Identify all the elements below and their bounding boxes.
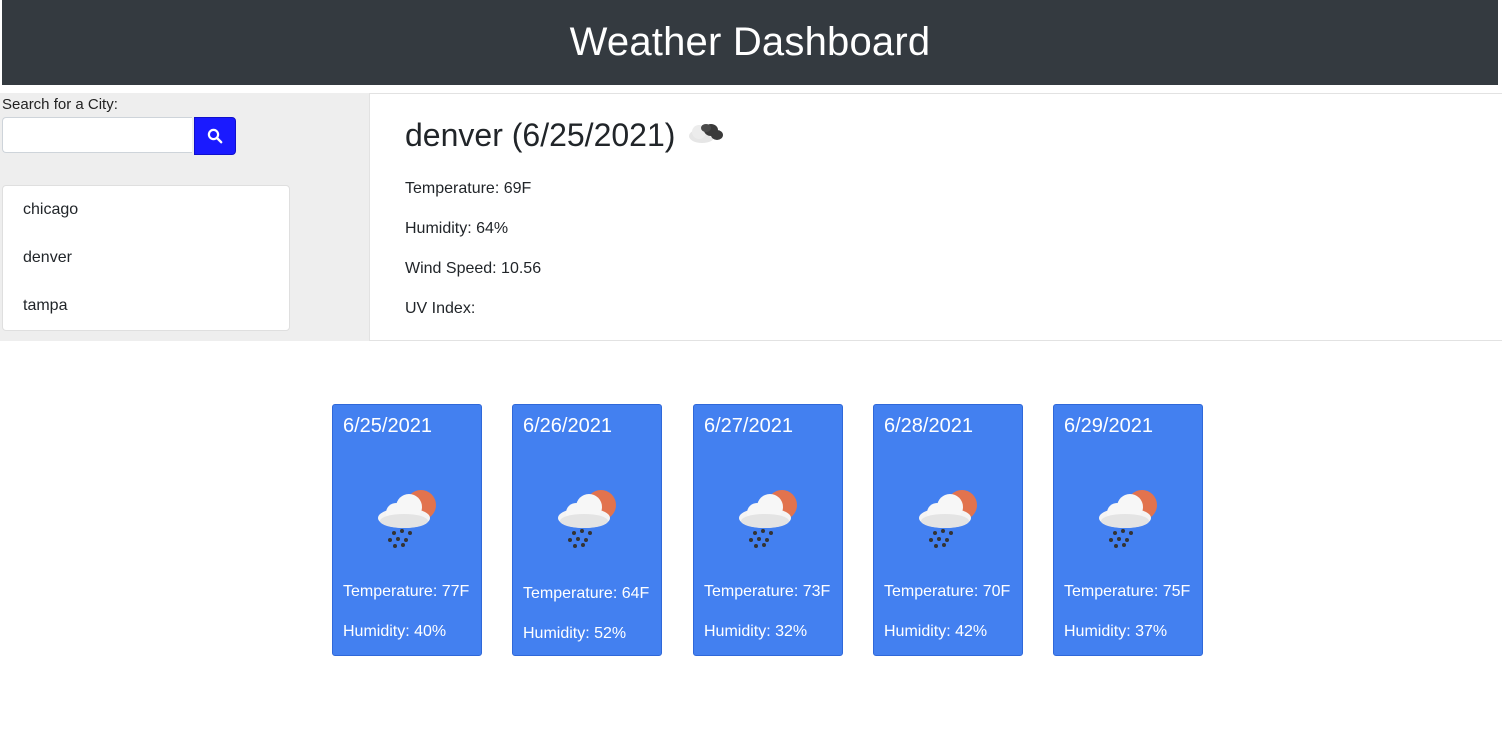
cloudy-icon [685, 116, 725, 154]
forecast-card: 6/28/2021 Temperature: 70F Humidity: 42% [873, 404, 1023, 656]
current-humidity: Humidity: 64% [405, 220, 509, 237]
forecast-card: 6/29/2021 Temperature: 75F Humidity: 37% [1053, 404, 1203, 656]
rain-cloud-sun-icon [919, 490, 977, 548]
forecast-temperature: Temperature: 70F [884, 583, 1011, 600]
forecast-card: 6/25/2021 Temperature: 77F Humidity: 40% [332, 404, 482, 656]
page-header: Weather Dashboard [2, 0, 1498, 85]
forecast-humidity: Humidity: 32% [704, 623, 808, 640]
forecast-temperature: Temperature: 77F [343, 583, 470, 600]
current-city-date: denver (6/25/2021) [405, 116, 676, 153]
history-item[interactable]: tampa [3, 282, 289, 330]
sidebar: Search for a City: chicago denver tampa [0, 93, 369, 341]
forecast-date: 6/27/2021 [704, 415, 793, 437]
page-title: Weather Dashboard [569, 20, 931, 64]
forecast-date: 6/28/2021 [884, 415, 973, 437]
rain-cloud-sun-icon [558, 490, 616, 548]
search-button[interactable] [194, 117, 236, 155]
search-input[interactable] [2, 117, 192, 153]
history-item[interactable]: chicago [3, 186, 289, 234]
forecast-date: 6/25/2021 [343, 415, 432, 437]
current-weather-panel: denver (6/25/2021) Temperature: 69F Humi… [369, 93, 1502, 341]
forecast-temperature: Temperature: 64F [523, 585, 650, 602]
rain-cloud-sun-icon [739, 490, 797, 548]
current-temperature: Temperature: 69F [405, 180, 532, 197]
forecast-humidity: Humidity: 42% [884, 623, 988, 640]
current-wind-speed: Wind Speed: 10.56 [405, 260, 542, 277]
forecast-humidity: Humidity: 37% [1064, 623, 1168, 640]
forecast-humidity: Humidity: 52% [523, 625, 627, 642]
current-weather-heading: denver (6/25/2021) [405, 116, 725, 154]
rain-cloud-sun-icon [1099, 490, 1157, 548]
search-label: Search for a City: [2, 96, 118, 113]
search-history-list: chicago denver tampa [2, 185, 290, 331]
forecast-temperature: Temperature: 73F [704, 583, 831, 600]
search-icon [207, 128, 223, 144]
current-uv-index: UV Index: [405, 300, 476, 317]
forecast-card: 6/27/2021 Temperature: 73F Humidity: 32% [693, 404, 843, 656]
forecast-card: 6/26/2021 Temperature: 64F Humidity: 52% [512, 404, 662, 656]
history-item[interactable]: denver [3, 234, 289, 282]
forecast-humidity: Humidity: 40% [343, 623, 447, 640]
forecast-date: 6/29/2021 [1064, 415, 1153, 437]
forecast-date: 6/26/2021 [523, 415, 612, 437]
rain-cloud-sun-icon [378, 490, 436, 548]
forecast-temperature: Temperature: 75F [1064, 583, 1191, 600]
